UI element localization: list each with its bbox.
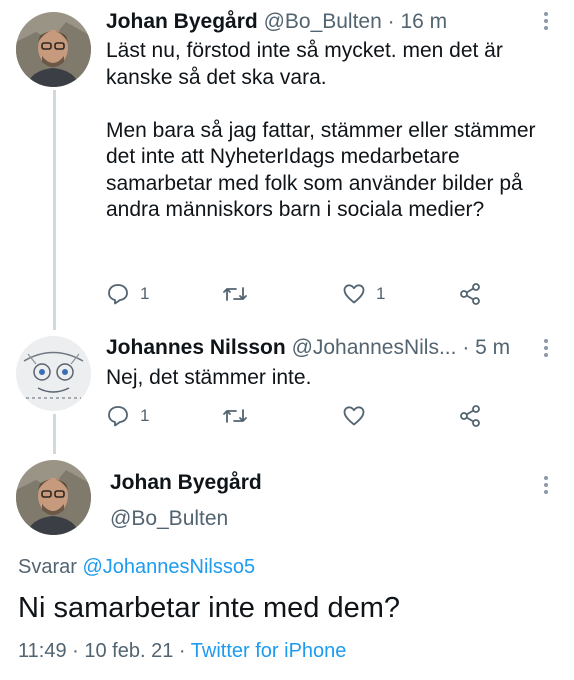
more-options-button[interactable]: [540, 339, 552, 360]
avatar-photo-icon: [16, 12, 91, 87]
replying-to: Svarar @JohannesNilsso5: [18, 556, 255, 579]
retweet-icon: [223, 409, 247, 423]
heart-icon: [343, 406, 365, 426]
heart-icon: [343, 284, 365, 304]
like-button[interactable]: 1: [342, 282, 385, 306]
reply-count: 1: [140, 284, 150, 303]
separator: ·: [387, 10, 395, 33]
tweet-date[interactable]: 10 feb. 21: [84, 640, 173, 662]
author-handle[interactable]: @Bo_Bulten: [110, 507, 228, 531]
tweet-text: Läst nu, förstod inte så mycket. men det…: [106, 39, 536, 221]
more-options-button[interactable]: [540, 476, 552, 497]
tweet-text: Nej, det stämmer inte.: [106, 366, 312, 389]
separator: ·: [462, 336, 470, 359]
tweet-header: Johan Byegård @Bo_Bulten · 16 m: [106, 10, 447, 34]
author-name[interactable]: Johannes Nilsson: [106, 336, 286, 359]
author-handle[interactable]: @Bo_Bulten: [264, 10, 382, 33]
retweet-icon: [223, 287, 247, 301]
focused-tweet-text: Ni samarbetar inte med dem?: [18, 592, 400, 624]
avatar[interactable]: [16, 460, 91, 535]
share-icon: [460, 405, 480, 427]
thread-line-2: [53, 414, 56, 454]
separator: ·: [72, 640, 79, 662]
reply-icon: [108, 406, 128, 427]
avatar[interactable]: [16, 336, 91, 411]
tweet-header: Johannes Nilsson @JohannesNils... · 5 m: [106, 336, 510, 360]
author-name[interactable]: Johan Byegård: [110, 471, 262, 495]
share-button[interactable]: [458, 282, 482, 306]
more-options-button[interactable]: [540, 12, 552, 33]
reply-button[interactable]: 1: [106, 282, 149, 306]
timestamp[interactable]: 16 m: [400, 10, 447, 33]
share-icon: [460, 283, 480, 305]
thread-line-1: [53, 90, 56, 330]
avatar-photo-icon: [16, 460, 91, 535]
avatar-drawing-icon: [16, 336, 91, 411]
tweet-source[interactable]: Twitter for iPhone: [191, 640, 347, 662]
tweet-meta: 11:49 · 10 feb. 21 · Twitter for iPhone: [18, 640, 346, 663]
reply-icon: [108, 284, 128, 305]
like-count: 1: [376, 284, 386, 303]
tweet-actions: 1: [106, 404, 486, 432]
avatar[interactable]: [16, 12, 91, 87]
separator: ·: [178, 640, 186, 662]
like-button[interactable]: [342, 404, 376, 428]
author-handle[interactable]: @JohannesNils...: [292, 336, 457, 359]
replying-to-mention[interactable]: @JohannesNilsso5: [82, 556, 255, 578]
retweet-button[interactable]: [222, 282, 258, 306]
replying-prefix: Svarar: [18, 556, 77, 578]
reply-button[interactable]: 1: [106, 404, 149, 428]
reply-count: 1: [140, 406, 150, 425]
author-name[interactable]: Johan Byegård: [106, 10, 258, 33]
tweet-actions: 1 1: [106, 282, 486, 310]
tweet-time[interactable]: 11:49: [18, 640, 67, 662]
share-button[interactable]: [458, 404, 482, 428]
retweet-button[interactable]: [222, 404, 258, 428]
timestamp[interactable]: 5 m: [475, 336, 510, 359]
